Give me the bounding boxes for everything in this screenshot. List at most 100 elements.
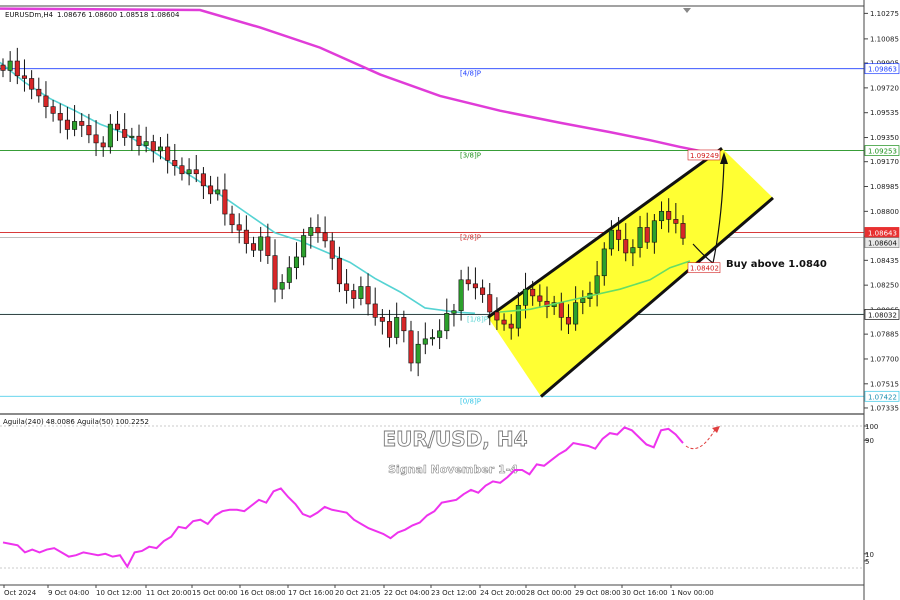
candle-body [186,169,192,175]
price-tag-text: 1.08604 [868,240,897,248]
y-tick-label: 1.07335 [870,404,899,412]
osc-tick-label: 100 [865,423,878,431]
candle-body [401,317,407,332]
candle-body [150,141,156,152]
candle-body [623,239,629,254]
candle-body [630,247,636,254]
x-tick-label: 20 Oct 21:05 [335,589,381,597]
y-tick-label: 1.09535 [870,109,899,117]
candle-body [229,213,235,226]
candle-body [329,240,335,259]
price-tag-text: 1.08032 [868,311,897,319]
candle-body [680,223,686,239]
candle-body [415,343,421,364]
candle-body [100,142,106,148]
overlay-title: EUR/USD, H4 [382,427,527,451]
y-tick-label: 1.07515 [870,380,899,388]
price-tag-text: 1.09863 [868,66,897,74]
y-tick-label: 1.08435 [870,257,899,265]
candle-body [408,330,414,364]
indicator-header: Aguila(240) 48.0086 Aguila(50) 100.2252 [3,418,149,426]
candle-body [315,227,321,234]
level-label: [1/8]P [467,315,488,323]
candle-body [394,317,400,338]
candle-body [122,129,128,138]
candle-body [265,236,271,256]
candle-body [501,319,507,325]
candle-body [573,302,579,325]
candle-body [165,146,171,161]
candle-body [494,311,500,321]
candle-body [422,338,428,345]
candle-body [107,123,113,148]
candle-body [336,258,342,285]
osc-tick-label: 5 [865,558,869,566]
candle-body [36,88,42,97]
candle-body [322,232,328,242]
candle-body [64,119,70,130]
x-tick-label: 1 Nov 00:00 [671,589,714,597]
candle-body [193,169,199,175]
candle-body [251,243,257,251]
candle-body [293,256,299,269]
candle-body [487,294,493,313]
candle-body [451,310,457,314]
x-tick-label: 29 Oct 08:00 [575,589,621,597]
candle-body [301,235,307,258]
candle-body [523,288,529,306]
candle-body [143,141,149,146]
candle-body [429,337,435,340]
candle-body [594,275,600,294]
x-tick-label: 22 Oct 04:00 [384,589,430,597]
x-tick-label: 24 Oct 20:00 [480,589,526,597]
candle-body [200,173,206,187]
candle-body [344,283,350,291]
inner-tag-text: 1.09249 [690,152,719,160]
level-label: [4/8]P [460,70,481,78]
candle-body [286,267,292,283]
x-tick-label: 9 Oct 04:00 [48,589,89,597]
y-tick-label: 1.10275 [870,10,899,18]
y-tick-label: 1.08800 [870,208,899,216]
trading-chart[interactable]: [4/8]P[3/8]P[2/8]P[1/8]P[0/8]P 1.092491.… [0,0,900,600]
candle-body [115,123,121,130]
candle-body [472,283,478,289]
y-tick-label: 1.09170 [870,158,899,166]
candle-body [608,229,614,250]
candle-body [351,290,357,299]
candle-body [14,60,20,77]
price-tag-text: 1.09253 [868,148,897,156]
candle-body [157,146,163,152]
candle-body [50,106,56,114]
level-label: [0/8]P [460,397,481,405]
y-tick-label: 1.09350 [870,134,899,142]
candle-body [29,78,35,90]
candle-body [129,135,135,138]
candle-body [358,286,364,299]
level-label: [3/8]P [460,152,481,160]
candle-body [515,304,521,329]
candle-body [565,317,571,325]
candle-body [580,298,586,303]
price-tag-text: 1.07422 [868,393,897,401]
candle-body [508,323,514,329]
x-tick-label: 15 Oct 00:00 [192,589,238,597]
candle-body [93,134,99,144]
candle-body [21,75,27,79]
candle-body [437,330,443,338]
candle-body [236,224,242,231]
x-tick-label: 28 Oct 00:00 [526,589,572,597]
candle-body [86,125,92,136]
candle-body [644,227,650,243]
y-tick-label: 1.07700 [870,355,899,363]
candle-body [480,287,486,295]
y-tick-label: 1.07885 [870,331,899,339]
instrument-header: EURUSDm,H4 [5,11,54,19]
overlay-subtitle: Signal November 1-4 [388,463,518,476]
buy-callout: Buy above 1.0840 [726,259,827,270]
candle-body [258,236,264,251]
candle-body [616,229,622,240]
y-tick-label: 1.08985 [870,183,899,191]
candle-body [308,227,314,236]
x-tick-label: 30 Oct 16:00 [622,589,668,597]
